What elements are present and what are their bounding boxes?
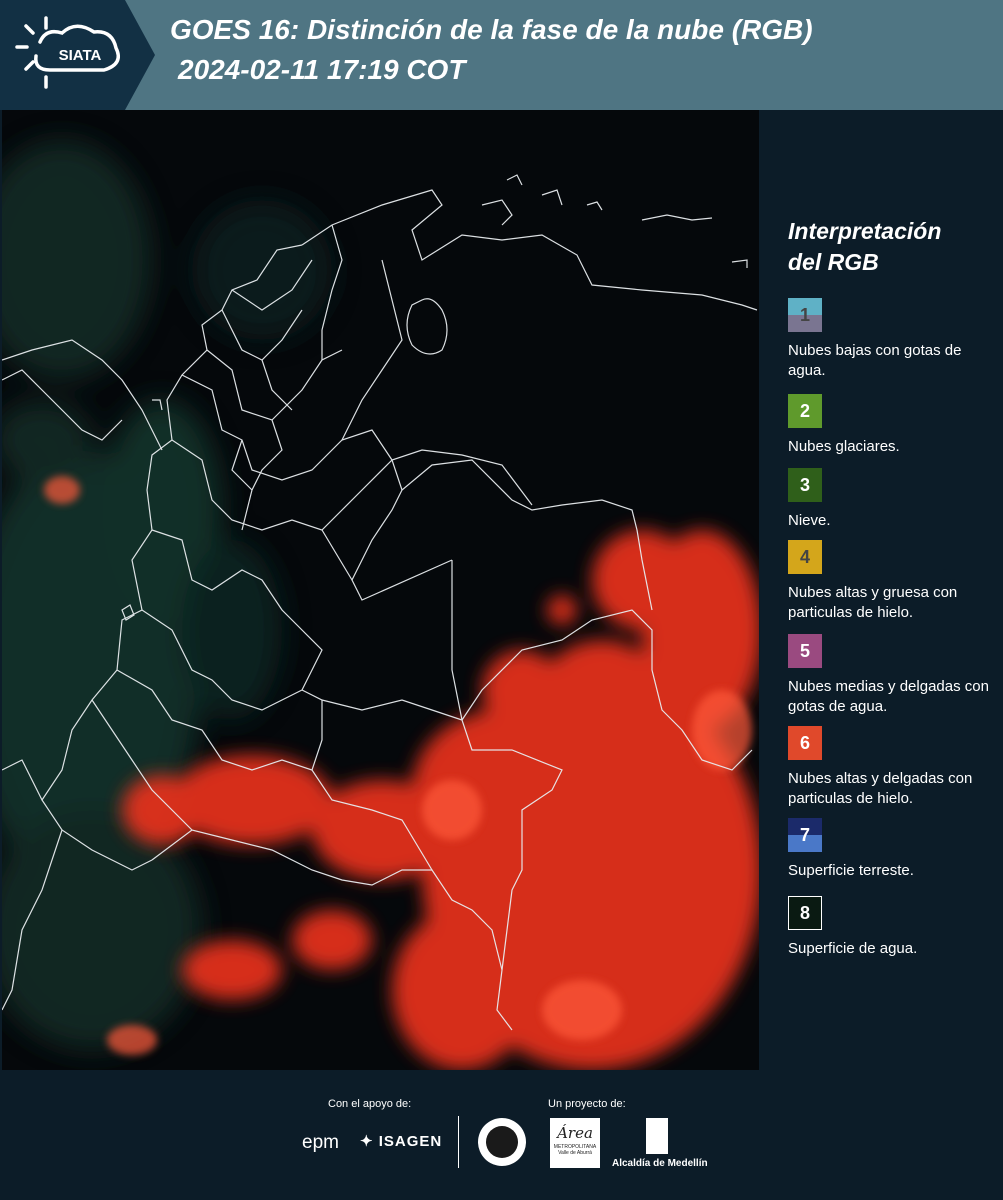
project-label: Un proyecto de: (548, 1098, 626, 1110)
footer-divider (458, 1116, 459, 1168)
legend-item-2: 2 Nubes glaciares. (788, 394, 1000, 457)
legend-title: Interpretación del RGB (788, 218, 942, 275)
legend-item-4: 4 Nubes altas y gruesa con particulas de… (788, 540, 1000, 623)
legend-swatch-8: 8 (788, 896, 822, 930)
siata-logo: SIATA (0, 0, 155, 110)
legend-swatch-5: 5 (788, 634, 822, 668)
legend-label-3: Nieve. (788, 512, 831, 529)
legend-swatch-6: 6 (788, 726, 822, 760)
isagen-icon: ✦ (360, 1133, 374, 1150)
header-bar: SIATA GOES 16: Distinción de la fase de … (0, 0, 1003, 110)
satellite-map (2, 110, 759, 1070)
legend-item-5: 5 Nubes medias y delgadas con gotas de a… (788, 634, 1000, 717)
isagen-logo: ✦ ISAGEN (360, 1133, 443, 1150)
alcaldia-shield-icon (646, 1118, 668, 1154)
legend-swatch-1: 1 (788, 298, 822, 332)
legend-item-8: 8 Superficie de agua. (788, 896, 1000, 959)
page-title: GOES 16: Distinción de la fase de la nub… (170, 14, 813, 45)
alcaldia-logo: Alcaldía de Medellín (612, 1158, 708, 1169)
epm-logo: epm (302, 1132, 339, 1153)
legend-panel: Interpretación del RGB 1 Nubes bajas con… (760, 110, 1003, 1070)
footer: Con el apoyo de: Un proyecto de: epm ✦ I… (0, 1070, 1003, 1200)
legend-item-1: 1 Nubes bajas con gotas de agua. (788, 298, 1000, 381)
legend-label-1: Nubes bajas con gotas de agua. (788, 342, 962, 379)
legend-item-3: 3 Nieve. (788, 468, 1000, 531)
legend-label-6: Nubes altas y delgadas con particulas de… (788, 770, 973, 807)
legend-swatch-7: 7 (788, 818, 822, 852)
support-label: Con el apoyo de: (328, 1098, 412, 1110)
legend-item-7: 7 Superficie terreste. (788, 818, 1000, 881)
legend-swatch-3: 3 (788, 468, 822, 502)
legend-label-7: Superficie terreste. (788, 862, 914, 879)
legend-swatch-4: 4 (788, 540, 822, 574)
legend-label-8: Superficie de agua. (788, 940, 918, 957)
seal-logo (478, 1118, 526, 1166)
legend-label-2: Nubes glaciares. (788, 438, 900, 455)
legend-label-5: Nubes medias y delgadas con gotas de agu… (788, 678, 989, 715)
area-metropolitana-logo: Área METROPOLITANA Valle de Aburrá (550, 1118, 600, 1168)
page-subtitle-datetime: 2024-02-11 17:19 COT (178, 54, 466, 85)
svg-text:SIATA: SIATA (59, 47, 102, 64)
legend-swatch-2: 2 (788, 394, 822, 428)
legend-label-4: Nubes altas y gruesa con particulas de h… (788, 584, 958, 621)
legend-item-6: 6 Nubes altas y delgadas con particulas … (788, 726, 1000, 809)
